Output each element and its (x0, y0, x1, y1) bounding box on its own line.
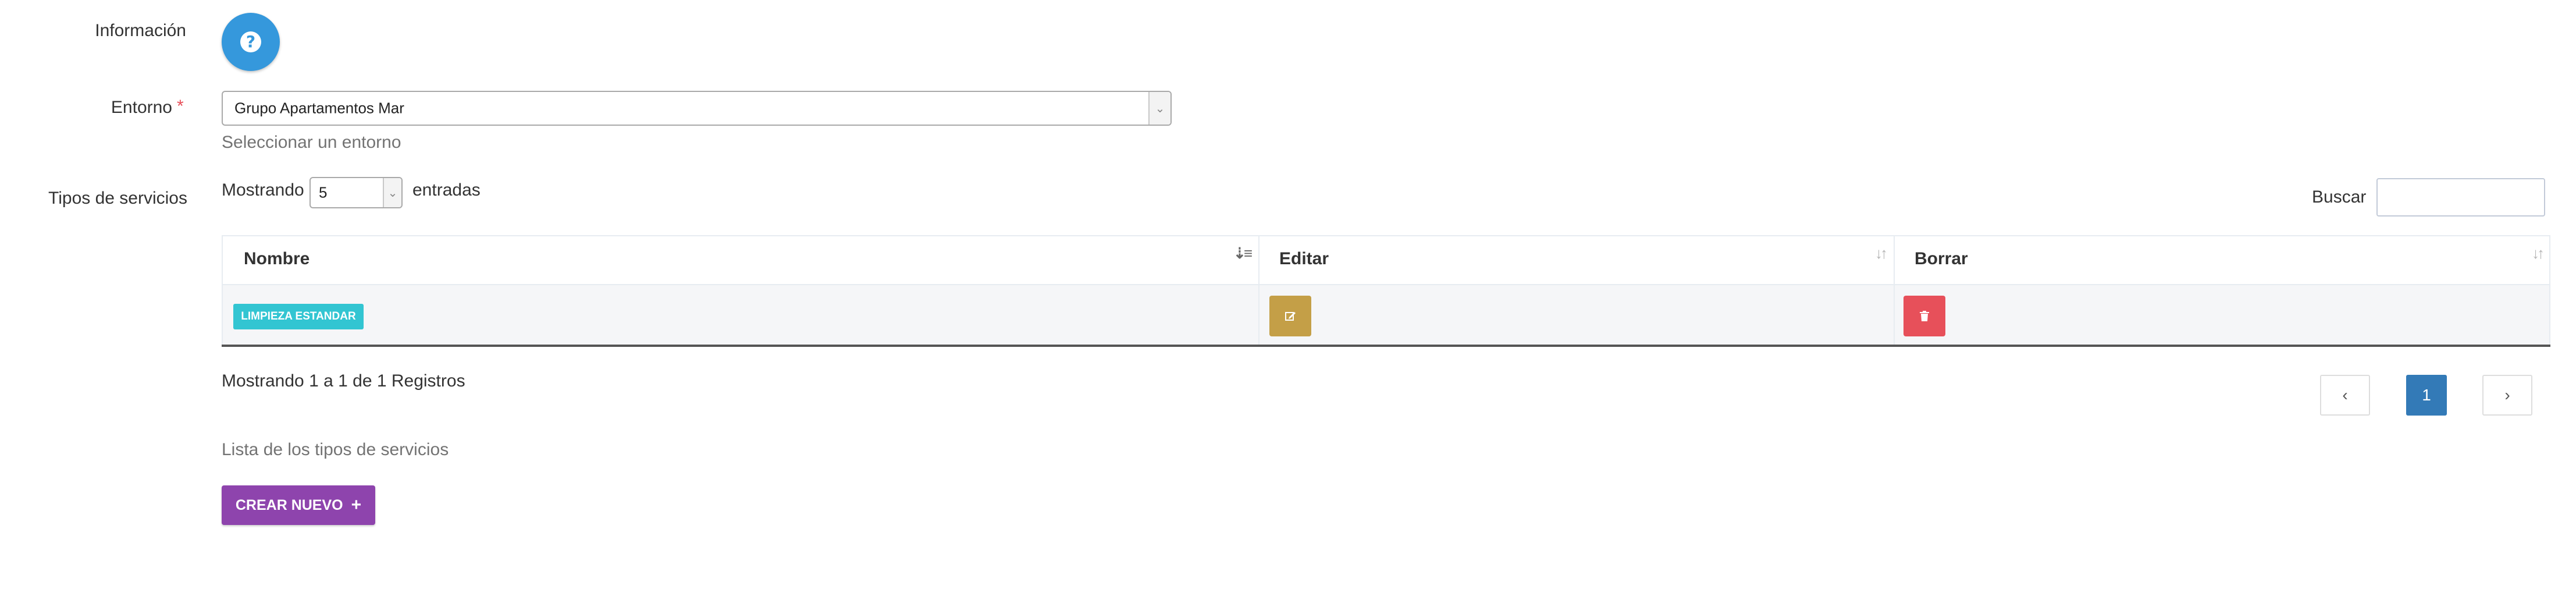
env-label: Entorno (111, 98, 172, 117)
info-button[interactable]: ? (222, 13, 280, 71)
create-new-button[interactable]: CREAR NUEVO + (222, 485, 375, 525)
page-size-value: 5 (319, 183, 328, 201)
env-select[interactable]: Grupo Apartamentos Mar ⌄ (222, 91, 1172, 126)
required-mark: * (177, 97, 184, 116)
column-header-editar[interactable]: Editar ↓↑ (1259, 236, 1894, 284)
info-label: Información (95, 21, 186, 40)
plus-icon: + (351, 495, 362, 515)
header-divider (223, 284, 2549, 285)
search-input[interactable] (2376, 178, 2545, 217)
trash-icon (1920, 311, 1929, 321)
sort-icon: ⇣≡ (1233, 244, 1253, 262)
chevron-down-icon: ⌄ (383, 178, 401, 207)
list-help-text: Lista de los tipos de servicios (222, 440, 449, 459)
column-header-borrar[interactable]: Borrar ↓↑ (1895, 236, 2550, 284)
column-header-nombre[interactable]: Nombre ⇣≡ (223, 236, 1258, 284)
chevron-down-icon: ⌄ (1148, 92, 1170, 125)
pagination-prev[interactable]: ‹ (2320, 375, 2370, 416)
table-bottom-border (222, 345, 2550, 347)
showing-prefix: Mostrando (222, 180, 304, 200)
create-new-label: CREAR NUEVO (235, 496, 343, 513)
pagination-page-1[interactable]: 1 (2406, 375, 2447, 416)
chevron-right-icon: › (2504, 386, 2510, 404)
service-name-badge: LIMPIEZA ESTANDAR (233, 304, 364, 329)
chevron-left-icon: ‹ (2342, 386, 2348, 404)
sort-icon: ↓↑ (2532, 244, 2545, 262)
edit-icon (1285, 312, 1296, 321)
question-icon: ? (240, 31, 261, 52)
page-size-select[interactable]: 5 ⌄ (309, 177, 403, 208)
showing-suffix: entradas (412, 180, 481, 200)
env-help-text: Seleccionar un entorno (222, 133, 401, 152)
table-info: Mostrando 1 a 1 de 1 Registros (222, 371, 465, 391)
edit-button[interactable] (1269, 296, 1311, 336)
services-table: Nombre ⇣≡ Editar ↓↑ Borrar ↓↑ (222, 235, 2550, 347)
env-select-value: Grupo Apartamentos Mar (234, 99, 404, 117)
column-header-label: Nombre (244, 249, 310, 268)
table-row (223, 284, 2549, 347)
services-label: Tipos de servicios (48, 189, 187, 208)
delete-button[interactable] (1903, 296, 1945, 336)
column-header-label: Borrar (1915, 249, 1968, 268)
column-header-label: Editar (1279, 249, 1329, 268)
pagination-next[interactable]: › (2482, 375, 2532, 416)
sort-icon: ↓↑ (1875, 244, 1888, 262)
search-label: Buscar (2312, 187, 2367, 207)
